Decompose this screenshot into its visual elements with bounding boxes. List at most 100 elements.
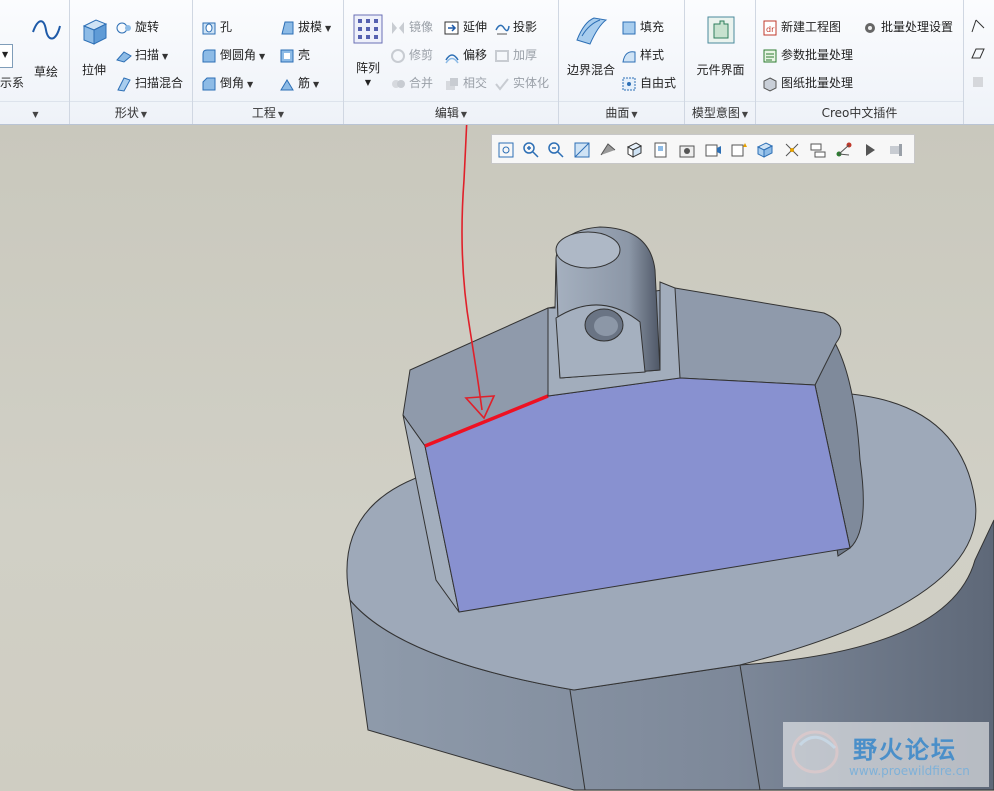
boundary-blend-button[interactable]: 边界混合	[563, 14, 619, 78]
curve-icon[interactable]	[970, 18, 986, 34]
swept-blend-button[interactable]: 扫描混合	[116, 72, 183, 94]
model-intent-group: 元件界面 模型意图 ▼	[685, 0, 756, 124]
pattern-button[interactable]: 阵列 ▼	[350, 14, 386, 87]
hole-icon	[202, 22, 216, 34]
style-icon	[622, 50, 636, 62]
sweep-icon	[116, 50, 132, 63]
pattern-icon	[353, 14, 383, 44]
round-label: 倒圆角	[220, 48, 257, 62]
view-manager-icon[interactable]	[677, 140, 697, 160]
hole-button[interactable]: 孔	[201, 16, 232, 38]
graphics-window[interactable]	[0, 125, 994, 791]
offset-button[interactable]: 偏移	[444, 44, 487, 66]
sweep-label: 扫描	[135, 48, 160, 62]
coord-system-button[interactable]: 示系	[0, 72, 24, 94]
fill-button[interactable]: 填充	[621, 16, 664, 38]
spin-center-icon[interactable]	[729, 140, 749, 160]
datum-group-label[interactable]: ▼	[0, 101, 69, 124]
swept-blend-icon	[117, 76, 131, 92]
pattern-label: 阵列	[355, 61, 380, 75]
style-button[interactable]: 样式	[621, 44, 664, 66]
revolve-label: 旋转	[135, 20, 160, 34]
fill-label: 填充	[640, 20, 665, 34]
trim-button[interactable]: 修剪	[390, 44, 433, 66]
coord-system-label: 示系	[0, 76, 25, 90]
chamfer-button[interactable]: 倒角 ▼	[201, 72, 253, 94]
solidify-label: 实体化	[513, 76, 550, 90]
trim-label: 修剪	[409, 48, 434, 62]
repaint-icon[interactable]	[572, 140, 592, 160]
saved-views-icon[interactable]	[651, 140, 671, 160]
chevron-down-icon: ▼	[259, 52, 266, 61]
chevron-down-icon: ▼	[364, 78, 372, 87]
solidify-button[interactable]: 实体化	[494, 72, 549, 94]
project-icon	[495, 24, 510, 34]
revolve-icon	[116, 22, 131, 33]
intersect-button[interactable]: 相交	[444, 72, 487, 94]
shape-group-label[interactable]: 形状 ▼	[70, 101, 192, 124]
freestyle-icon	[622, 77, 636, 90]
project-button[interactable]: 投影	[494, 16, 537, 38]
watermark-title: 野火论坛	[853, 736, 957, 764]
draft-icon	[281, 21, 294, 34]
param-batch-label: 参数批量处理	[781, 48, 854, 62]
extrude-icon	[82, 19, 108, 45]
perspective-icon[interactable]	[703, 140, 723, 160]
model-intent-group-label[interactable]: 模型意图 ▼	[685, 101, 755, 124]
annotation-display-icon[interactable]	[782, 140, 802, 160]
freestyle-button[interactable]: 自由式	[621, 72, 676, 94]
gear-icon	[865, 22, 875, 33]
zoom-out-icon[interactable]	[546, 140, 566, 160]
surface-group-label[interactable]: 曲面 ▼	[559, 101, 684, 124]
display-style-icon[interactable]	[624, 140, 644, 160]
shell-button[interactable]: 壳	[279, 44, 310, 66]
drawing-batch-button[interactable]: 图纸批量处理	[762, 72, 853, 94]
sweep-button[interactable]: 扫描 ▼	[116, 44, 168, 66]
mirror-button[interactable]: 镜像	[390, 16, 433, 38]
round-button[interactable]: 倒圆角 ▼	[201, 44, 265, 66]
component-interface-button[interactable]: 元件界面	[689, 14, 752, 78]
model-view[interactable]	[0, 125, 994, 791]
play-icon[interactable]	[860, 140, 880, 160]
zoom-in-icon[interactable]	[521, 140, 541, 160]
drawing-batch-label: 图纸批量处理	[781, 76, 854, 90]
revolve-button[interactable]: 旋转	[116, 16, 159, 38]
merge-button[interactable]: 合并	[390, 72, 433, 94]
swept-blend-label: 扫描混合	[135, 76, 184, 90]
engineering-group-label[interactable]: 工程 ▼	[193, 101, 343, 124]
extrude-label: 拉伸	[81, 63, 106, 77]
shell-label: 壳	[298, 48, 311, 62]
hole-label: 孔	[220, 20, 233, 34]
cylinder-icon[interactable]	[970, 74, 986, 90]
creo-plugin-group-label[interactable]: Creo中文插件	[756, 101, 963, 124]
rib-button[interactable]: 筋 ▼	[279, 72, 319, 94]
coord-system-dropdown[interactable]: ▼	[0, 44, 13, 68]
csys-display-icon[interactable]	[834, 140, 854, 160]
sketch-icon	[32, 20, 61, 40]
offset-icon	[445, 53, 459, 63]
editing-group-label[interactable]: 编辑 ▼	[344, 101, 558, 124]
new-drawing-button[interactable]: dr 新建工程图	[762, 16, 841, 38]
chevron-down-icon: ▼	[325, 24, 332, 33]
extend-button[interactable]: 延伸	[444, 16, 487, 38]
boss-top-face	[555, 231, 621, 269]
batch-settings-button[interactable]: 批量处理设置	[862, 16, 953, 38]
merge-icon	[392, 79, 405, 88]
refit-icon[interactable]	[496, 140, 516, 160]
freestyle-label: 自由式	[640, 76, 677, 90]
extrude-button[interactable]: 拉伸	[76, 14, 112, 78]
shading-icon[interactable]	[598, 140, 618, 160]
datum-display-icon[interactable]	[755, 140, 775, 160]
surface-icon[interactable]	[970, 46, 986, 62]
point-display-icon[interactable]	[808, 140, 828, 160]
chevron-down-icon: ▼	[162, 52, 169, 61]
next-icon[interactable]	[886, 140, 906, 160]
new-drawing-label: 新建工程图	[781, 20, 842, 34]
watermark-url: www.proewildfire.cn	[849, 764, 970, 778]
draft-button[interactable]: 拔模 ▼	[279, 16, 331, 38]
component-interface-label: 元件界面	[696, 63, 745, 77]
thicken-button[interactable]: 加厚	[494, 44, 537, 66]
param-batch-button[interactable]: 参数批量处理	[762, 44, 853, 66]
shape-group: 拉伸 旋转 扫描 ▼ 扫描混合 形状 ▼	[70, 0, 193, 124]
sketch-button[interactable]: 草绘	[28, 14, 64, 80]
